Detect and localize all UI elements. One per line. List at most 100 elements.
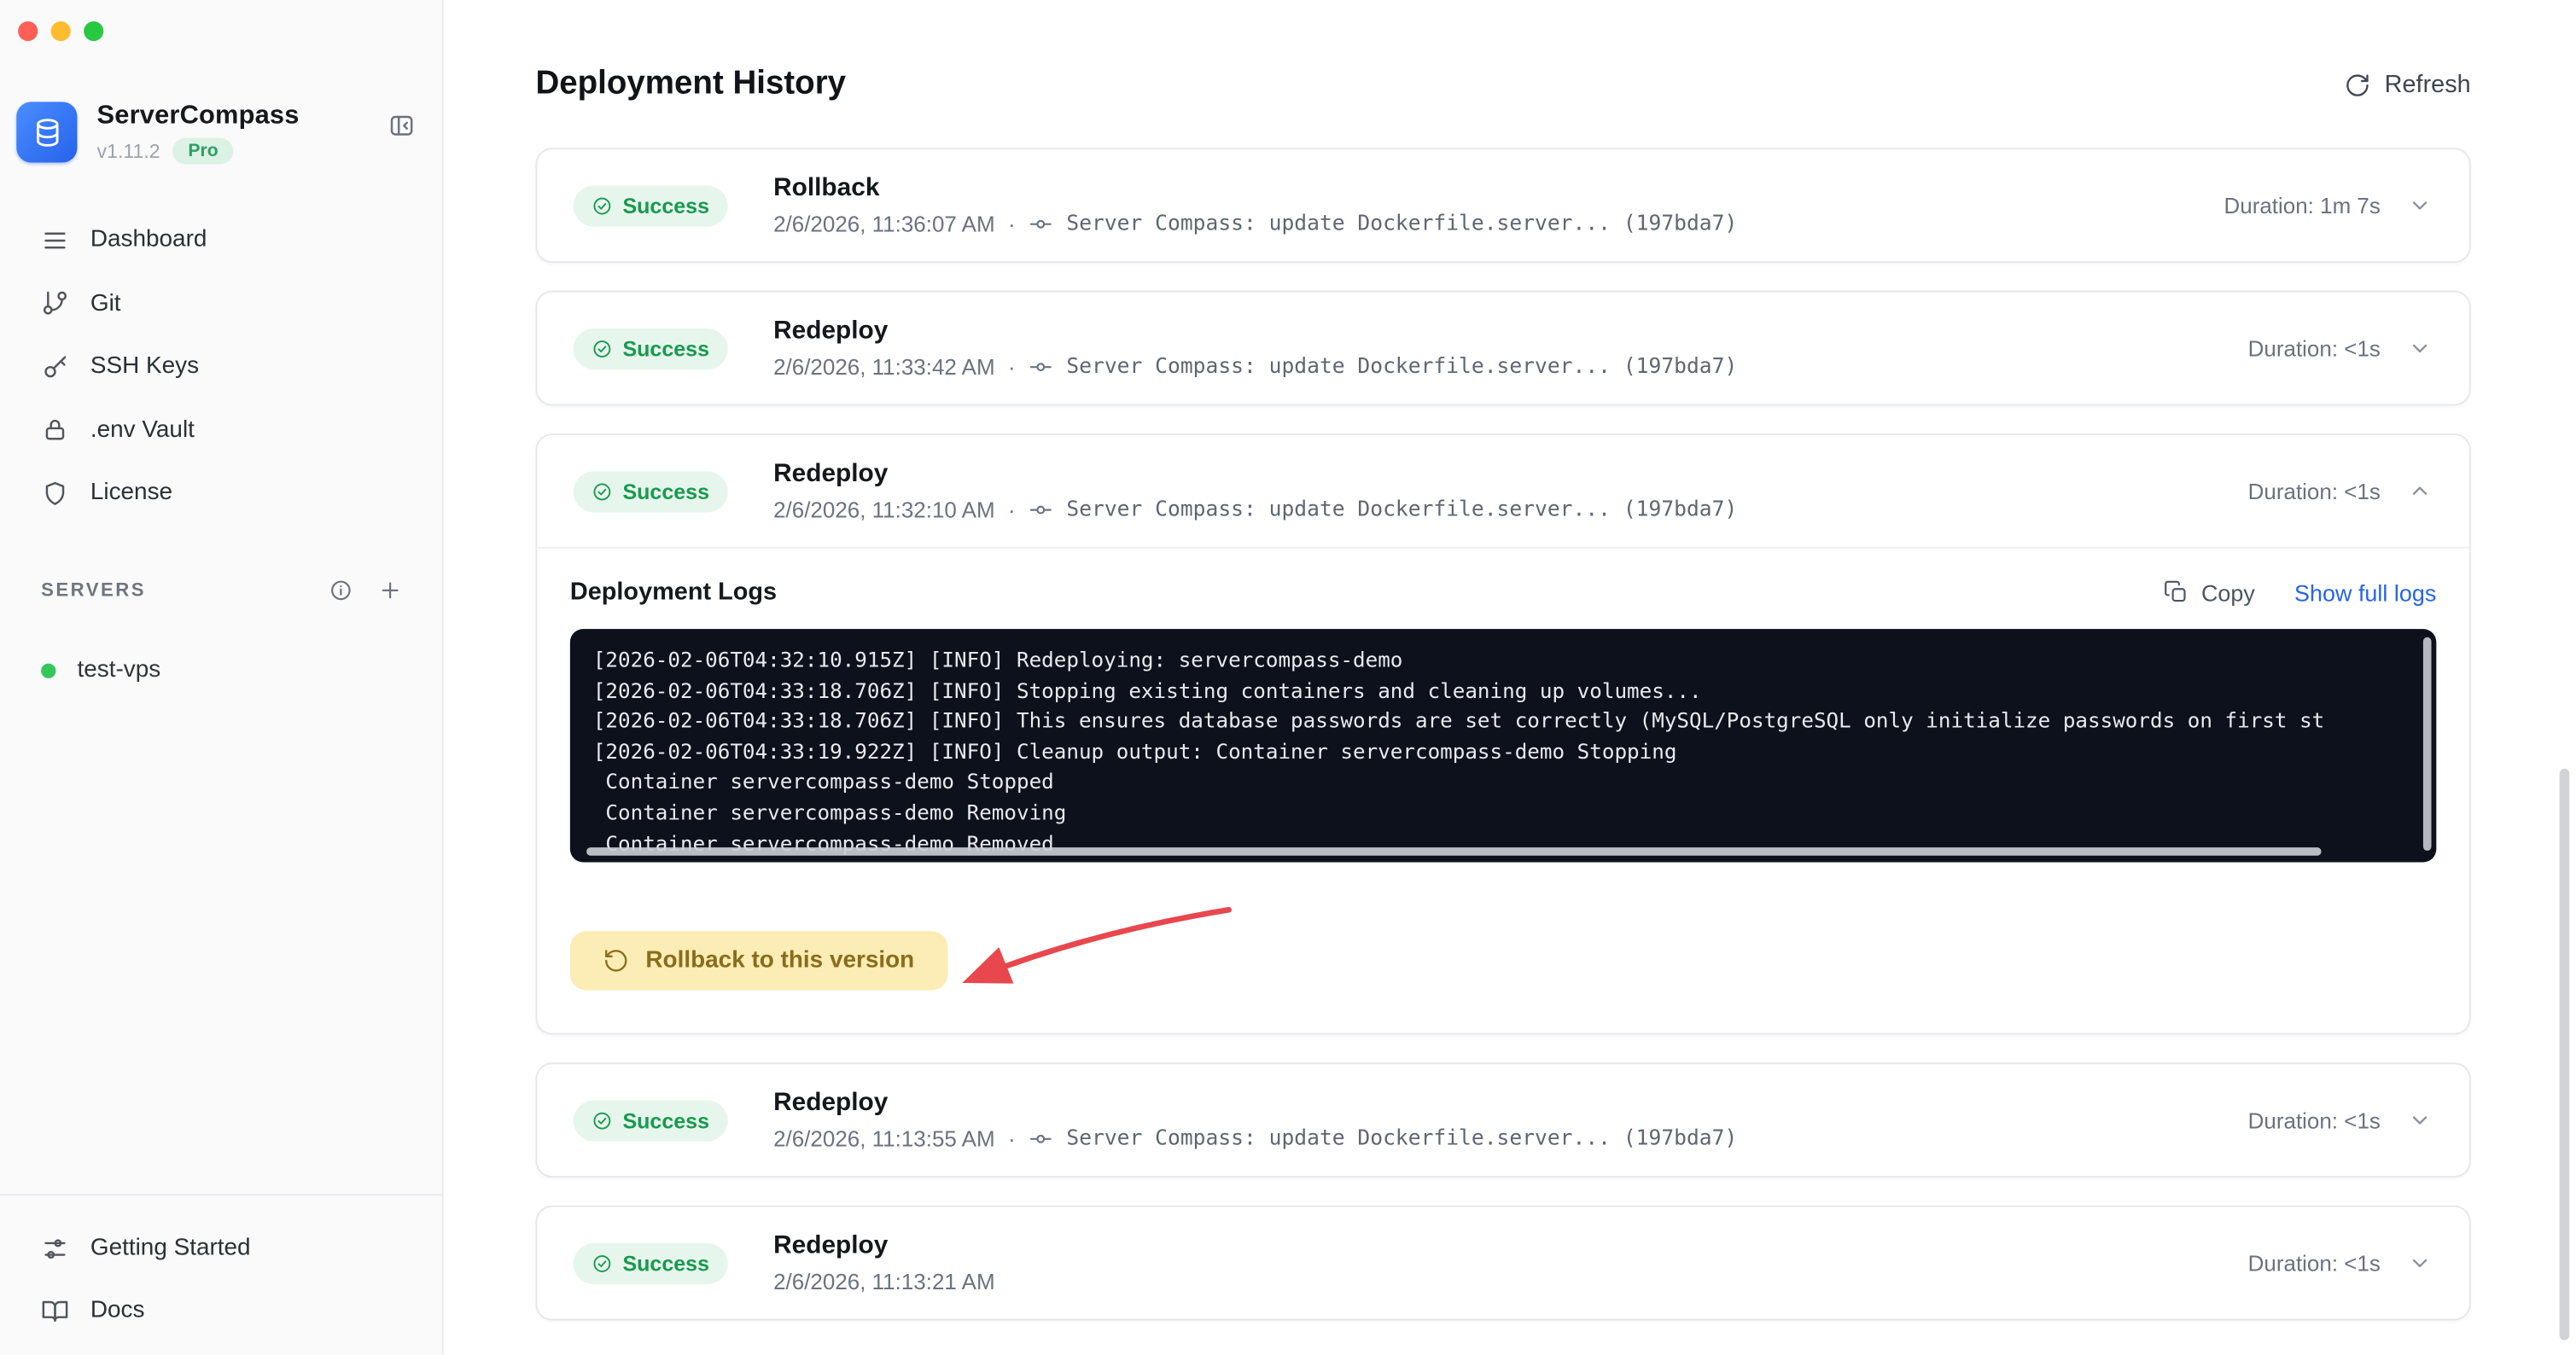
separator-dot: · bbox=[1008, 1126, 1016, 1152]
copy-icon bbox=[2164, 579, 2188, 604]
minimize-button[interactable] bbox=[50, 21, 71, 42]
separator-dot: · bbox=[1008, 497, 1016, 523]
collapse-sidebar-button[interactable] bbox=[388, 112, 416, 144]
commit-message: Server Compass: update Dockerfile.server… bbox=[1066, 497, 1738, 523]
deployment-duration: Duration: <1s bbox=[2247, 1108, 2381, 1133]
server-item-test-vps[interactable]: test-vps bbox=[23, 641, 419, 700]
status-badge: Success bbox=[573, 327, 728, 369]
deployment-duration: Duration: 1m 7s bbox=[2223, 193, 2381, 218]
refresh-label: Refresh bbox=[2384, 70, 2471, 99]
log-line: [2026-02-06T04:33:19.922Z] [INFO] Cleanu… bbox=[592, 738, 1677, 764]
app-logo bbox=[16, 102, 78, 163]
page-title: Deployment History bbox=[535, 65, 847, 102]
separator-dot: · bbox=[1008, 212, 1016, 237]
chevron-down-icon bbox=[2407, 192, 2433, 218]
rotate-ccw-icon bbox=[603, 948, 629, 974]
window-scrollbar[interactable] bbox=[2559, 768, 2570, 1340]
server-status-dot bbox=[41, 662, 56, 678]
check-circle-icon bbox=[592, 195, 613, 216]
sidebar-item-env-vault[interactable]: .env Vault bbox=[0, 398, 442, 462]
deployment-list: Success Rollback 2/6/2026, 11:36:07 AM ·… bbox=[535, 148, 2471, 1321]
zoom-button[interactable] bbox=[84, 21, 104, 42]
app-brand: ServerCompass v1.11.2 Pro bbox=[16, 102, 416, 165]
deployment-card-header[interactable]: Success Redeploy 2/6/2026, 11:33:42 AM ·… bbox=[537, 293, 2468, 404]
commit-message: Server Compass: update Dockerfile.server… bbox=[1066, 1126, 1738, 1152]
status-badge: Success bbox=[573, 1099, 728, 1141]
git-branch-icon bbox=[41, 289, 69, 317]
plus-icon bbox=[378, 578, 403, 602]
deployment-card-header[interactable]: Success Redeploy 2/6/2026, 11:32:10 AM ·… bbox=[537, 435, 2468, 547]
check-circle-icon bbox=[592, 338, 613, 359]
commit-message: Server Compass: update Dockerfile.server… bbox=[1066, 354, 1738, 380]
deployment-timestamp: 2/6/2026, 11:32:10 AM bbox=[773, 497, 995, 523]
deployment-timestamp: 2/6/2026, 11:36:07 AM bbox=[773, 212, 995, 237]
deployment-timestamp: 2/6/2026, 11:13:55 AM bbox=[773, 1126, 995, 1152]
log-line: [2026-02-06T04:33:18.706Z] [INFO] This e… bbox=[592, 707, 2325, 733]
app-window: ServerCompass v1.11.2 Pro Dashboard Git bbox=[0, 0, 2576, 1355]
expand-toggle-button[interactable] bbox=[2407, 335, 2433, 362]
deployment-card-header[interactable]: Success Rollback 2/6/2026, 11:36:07 AM ·… bbox=[537, 149, 2468, 261]
commit-message: Server Compass: update Dockerfile.server… bbox=[1066, 212, 1738, 237]
chevron-down-icon bbox=[2407, 335, 2433, 362]
log-line: [2026-02-06T04:32:10.915Z] [INFO] Redepl… bbox=[592, 647, 1403, 672]
show-full-logs-link[interactable]: Show full logs bbox=[2294, 579, 2436, 605]
refresh-button[interactable]: Refresh bbox=[2345, 70, 2471, 99]
dashboard-icon bbox=[41, 226, 69, 254]
deployment-card: Success Redeploy 2/6/2026, 11:13:21 AM D… bbox=[535, 1205, 2471, 1321]
deployment-timestamp: 2/6/2026, 11:33:42 AM bbox=[773, 354, 995, 380]
app-name: ServerCompass bbox=[96, 102, 300, 131]
add-server-button[interactable] bbox=[378, 578, 403, 602]
close-button[interactable] bbox=[18, 21, 38, 42]
git-commit-icon bbox=[1029, 1126, 1053, 1151]
sidebar-item-getting-started[interactable]: Getting Started bbox=[0, 1217, 442, 1279]
database-icon bbox=[31, 116, 63, 148]
deployment-duration: Duration: <1s bbox=[2247, 479, 2381, 503]
main-content: Deployment History Refresh Success Rollb… bbox=[443, 0, 2576, 1355]
lock-icon bbox=[41, 416, 69, 444]
terminal-vertical-scrollbar[interactable] bbox=[2422, 637, 2432, 851]
sidebar-item-ssh-keys[interactable]: SSH Keys bbox=[0, 335, 442, 398]
terminal-horizontal-scrollbar[interactable] bbox=[586, 847, 2322, 856]
app-version: v1.11.2 bbox=[96, 139, 160, 163]
key-icon bbox=[41, 352, 69, 381]
window-controls bbox=[18, 21, 104, 42]
collapse-toggle-button[interactable] bbox=[2407, 478, 2433, 504]
status-badge: Success bbox=[573, 184, 728, 226]
sidebar-item-license[interactable]: License bbox=[0, 462, 442, 525]
servers-section-header: SERVERS bbox=[41, 578, 402, 602]
expand-toggle-button[interactable] bbox=[2407, 192, 2433, 218]
refresh-icon bbox=[2345, 72, 2371, 98]
pro-badge: Pro bbox=[173, 137, 233, 165]
deployment-action: Redeploy bbox=[773, 1231, 889, 1260]
deployment-card-expanded: Success Redeploy 2/6/2026, 11:32:10 AM ·… bbox=[535, 433, 2471, 1035]
getting-started-icon bbox=[41, 1234, 69, 1262]
deployment-card-header[interactable]: Success Redeploy 2/6/2026, 11:13:21 AM D… bbox=[537, 1207, 2468, 1319]
rollback-button[interactable]: Rollback to this version bbox=[569, 931, 947, 991]
chevron-up-icon bbox=[2407, 478, 2433, 504]
sidebar-item-docs[interactable]: Docs bbox=[0, 1279, 442, 1341]
sidebar-item-label: License bbox=[90, 480, 173, 507]
git-commit-icon bbox=[1029, 355, 1053, 380]
deployment-action: Redeploy bbox=[773, 459, 889, 488]
deployment-card: Success Redeploy 2/6/2026, 11:13:55 AM ·… bbox=[535, 1062, 2471, 1178]
deployment-card-header[interactable]: Success Redeploy 2/6/2026, 11:13:55 AM ·… bbox=[537, 1064, 2468, 1176]
check-circle-icon bbox=[592, 480, 613, 502]
copy-logs-button[interactable]: Copy bbox=[2164, 579, 2255, 605]
deployment-action: Rollback bbox=[773, 174, 880, 202]
logs-title: Deployment Logs bbox=[569, 578, 778, 607]
servers-info-button[interactable] bbox=[329, 578, 353, 602]
sidebar-item-dashboard[interactable]: Dashboard bbox=[0, 208, 442, 271]
separator-dot: · bbox=[1008, 354, 1016, 380]
expand-toggle-button[interactable] bbox=[2407, 1250, 2433, 1276]
sidebar-item-git[interactable]: Git bbox=[0, 272, 442, 335]
expand-toggle-button[interactable] bbox=[2407, 1107, 2433, 1133]
page-header: Deployment History Refresh bbox=[535, 66, 2470, 103]
deployment-action: Redeploy bbox=[773, 1089, 889, 1117]
status-badge: Success bbox=[573, 1242, 728, 1284]
terminal-log-viewer[interactable]: [2026-02-06T04:32:10.915Z] [INFO] Redepl… bbox=[569, 629, 2437, 863]
shield-icon bbox=[41, 480, 69, 508]
book-icon bbox=[41, 1297, 69, 1325]
chevron-down-icon bbox=[2407, 1107, 2433, 1133]
chevron-down-icon bbox=[2407, 1250, 2433, 1276]
copy-label: Copy bbox=[2200, 579, 2255, 606]
